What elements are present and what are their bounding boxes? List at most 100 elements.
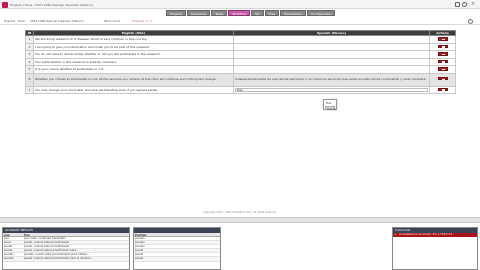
- table-row[interactable]: 4 Your participation in this research is …: [25, 57, 456, 66]
- row-id: 7: [25, 85, 34, 94]
- home-icon[interactable]: [455, 1, 460, 7]
- glossary-panel: GLOSSARY RESULTS pue Pue pue pue cress, c…: [2, 227, 130, 270]
- table-row[interactable]: 3 You do not have to decide today whether…: [25, 50, 456, 59]
- delete-button[interactable]: [437, 59, 448, 63]
- match-row[interactable]: pueda: [134, 257, 220, 262]
- nav-tab[interactable]: Projects: [166, 10, 186, 16]
- match-text: pueden: [135, 236, 145, 240]
- match-text: puedan: [135, 244, 145, 248]
- table-row[interactable]: 2I am going to give you information and …: [25, 42, 456, 51]
- nav-tab[interactable]: Glossaries: [186, 10, 211, 16]
- target-cell[interactable]: [233, 42, 430, 51]
- delete-button[interactable]: [437, 76, 448, 81]
- project-info-bar: Projects Tools 2023 1990 feelings (Spani…: [0, 17, 480, 25]
- table-row[interactable]: 5 It is your choice whether to participat…: [25, 65, 456, 74]
- target-cell[interactable]: [233, 57, 430, 66]
- info-word-count: Word count: [104, 18, 120, 23]
- row-id: 6: [25, 72, 34, 87]
- delete-button[interactable]: [437, 67, 448, 71]
- glossary-rows: pue pue cress, continued translation pued p…: [3, 237, 129, 262]
- match-text: puede: [135, 249, 144, 253]
- actions-cell: [429, 57, 456, 66]
- match-text: puedo: [135, 253, 144, 257]
- nav-tab[interactable]: Files: [264, 10, 280, 16]
- app-logo-icon: [2, 1, 8, 8]
- delete-button[interactable]: [437, 87, 448, 91]
- glossary-target: puedo, cuando este procedimiento: [24, 240, 70, 244]
- table-row[interactable]: 1 We are doing research on 2 disease, whi…: [25, 35, 456, 44]
- source-cell: Whether you choose to participate or not…: [33, 72, 234, 87]
- table-body: 1 We are doing research on 2 disease, whi…: [25, 35, 456, 94]
- qa-alert-row[interactable]: ⚠ Inconsistencia de sonido: 5% 1,778,0 3…: [393, 232, 477, 237]
- nav-tab[interactable]: Workflow: [228, 10, 251, 16]
- autocomplete-item[interactable]: Pue: [325, 101, 335, 105]
- glossary-source: pued: [4, 240, 11, 244]
- row-id: 2: [25, 42, 34, 51]
- source-cell: You do not have to decide today whether …: [33, 50, 234, 59]
- target-cell[interactable]: Independientemente de que decida partici…: [233, 72, 430, 87]
- source-cell: You may change your mind later and stop …: [33, 85, 234, 94]
- actions-cell: [429, 35, 456, 44]
- actions-cell: [429, 50, 456, 59]
- title-bar: Projects / Tools / 2023 1990 feelings (S…: [0, 0, 480, 9]
- actions-cell: [429, 72, 456, 87]
- delete-button[interactable]: [437, 44, 448, 48]
- nav-tab[interactable]: Configuration: [307, 10, 336, 16]
- row-id: 3: [25, 50, 34, 59]
- match-text: pueda: [135, 257, 144, 261]
- target-cell[interactable]: [233, 85, 430, 94]
- autocomplete-popup: Pue Puede: [323, 99, 337, 111]
- settings-icon[interactable]: [468, 18, 473, 24]
- bottom-toolbar: [0, 217, 480, 223]
- target-cell[interactable]: [233, 65, 430, 74]
- delete-button[interactable]: [437, 37, 448, 41]
- target-input[interactable]: [235, 87, 428, 92]
- matches-panel: Partida pueden pueden puedan puede puedo pued…: [133, 227, 221, 270]
- table-row[interactable]: 7 You may change your mind later and stop…: [25, 85, 456, 94]
- glossary-target: puedo, cuando este procedimiento para...: [24, 249, 79, 253]
- autocomplete-item[interactable]: Puede: [325, 106, 336, 111]
- row-id: 1: [25, 35, 34, 44]
- glossary-col-source: pue: [4, 232, 10, 237]
- close-icon[interactable]: ×: [471, 1, 475, 7]
- matches-col-label: Partida: [135, 232, 147, 237]
- translation-table: ID English (USA) Spanish (Mexico) Action…: [25, 30, 456, 94]
- delete-button[interactable]: [437, 52, 448, 56]
- source-cell: Your participation in this research is e…: [33, 57, 234, 66]
- glossary-target: puedo, cuando este procedimiento para la…: [24, 257, 94, 261]
- glossary-col-target: Pue: [24, 232, 30, 237]
- row-id: 4: [25, 57, 34, 66]
- info-tools[interactable]: Tools: [18, 19, 25, 23]
- target-cell[interactable]: [233, 50, 430, 59]
- nav-tab[interactable]: Tasks: [211, 10, 228, 16]
- nav-tab[interactable]: Translations: [280, 10, 307, 16]
- table-row[interactable]: 6 Whether you choose to participate or no…: [25, 72, 456, 87]
- matches-rows: pueden pueden puedan puede puedo pueda: [134, 237, 220, 262]
- match-text: pueden: [135, 240, 145, 244]
- actions-cell: [429, 85, 456, 94]
- glossary-source: puedan: [4, 257, 14, 261]
- glossary-source: puedes: [4, 253, 14, 257]
- glossary-source: pueda: [4, 249, 13, 253]
- actions-cell: [429, 42, 456, 51]
- glossary-target: puedes, cuando este procedimiento para u…: [24, 253, 90, 257]
- comments-panel: Comments ⚠ Inconsistencia de sonido: 5% …: [392, 227, 478, 270]
- info-progress: Progress: 1 / 7: [132, 18, 153, 23]
- glossary-target: pue cress, continued translation: [24, 236, 66, 240]
- target-cell[interactable]: [233, 35, 430, 44]
- source-cell: We are doing research on 2 disease, whic…: [33, 35, 234, 44]
- qa-alert-text: Inconsistencia de sonido: 5% 1,778,0 3:1: [399, 232, 453, 236]
- info-projects[interactable]: Projects: [4, 19, 15, 23]
- user-icon[interactable]: [462, 1, 467, 7]
- glossary-source: pue: [4, 236, 9, 240]
- glossary-target: puedo, cuando este procedimiento: [24, 244, 70, 248]
- row-id: 5: [25, 65, 34, 74]
- glossary-row[interactable]: puedan puedo, cuando este procedimiento p…: [3, 257, 129, 262]
- page-breadcrumb: Projects / Tools / 2023 1990 feelings (S…: [10, 2, 93, 7]
- nav-tab[interactable]: QA: [251, 10, 264, 16]
- actions-cell: [429, 65, 456, 74]
- source-cell: I am going to give you information and i…: [33, 42, 234, 51]
- info-project-name: 2023 1990 feelings (Spanish) (México): [30, 18, 84, 23]
- copyright-footer: Copyright 2023 - 2024 Translation Tool. …: [203, 211, 277, 214]
- source-cell: It is your choice whether to participate…: [33, 65, 234, 74]
